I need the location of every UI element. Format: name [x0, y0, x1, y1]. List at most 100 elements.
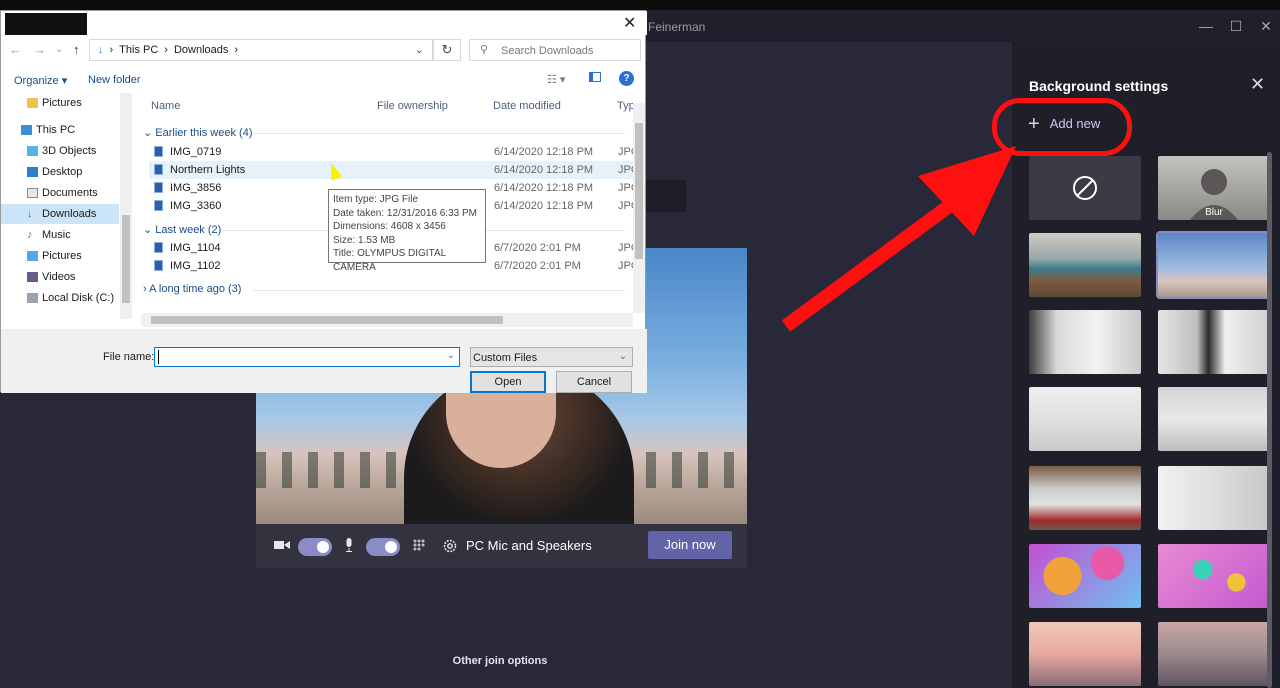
column-ownership[interactable]: File ownership [377, 100, 448, 112]
nav-item-pictures-quick[interactable]: Pictures [1, 93, 119, 113]
background-balls-1[interactable] [1029, 544, 1141, 608]
nav-item-videos[interactable]: Videos [1, 267, 119, 287]
dialog-close-icon[interactable]: ✕ [623, 13, 636, 33]
breadcrumb-downloads[interactable]: Downloads [174, 44, 228, 56]
back-arrow-icon[interactable]: ← [9, 42, 22, 57]
window-close-icon[interactable]: ✕ [1256, 18, 1276, 35]
recent-dropdown-icon[interactable]: ⌄ [55, 44, 63, 55]
redacted-title [5, 13, 87, 35]
nav-item-local-disk[interactable]: Local Disk (C:) [1, 288, 119, 308]
background-office-1[interactable] [1029, 233, 1141, 297]
navigation-row: ← → ⌄ ↑ ↓ › This PC › Downloads › ⌄ ↻ ⚲ … [1, 39, 647, 63]
file-list-vertical-scrollbar[interactable] [633, 103, 645, 313]
join-now-button[interactable]: Join now [648, 531, 732, 559]
group-long-time-ago[interactable]: › A long time ago (3) [143, 283, 241, 295]
minimize-icon[interactable]: — [1196, 18, 1216, 34]
column-name[interactable]: Name [151, 100, 180, 112]
window-title: Feinerman [648, 20, 706, 34]
tooltip-dimensions: Dimensions: 4608 x 3456 [333, 221, 446, 232]
view-options-icon[interactable]: ☷ ▾ [547, 73, 565, 86]
file-date: 6/14/2020 12:18 PM [494, 146, 594, 158]
search-placeholder: Search Downloads [501, 45, 594, 57]
maximize-icon[interactable]: ☐ [1226, 18, 1246, 35]
file-row[interactable]: IMG_0719 6/14/2020 12:18 PM JPG [149, 143, 639, 161]
file-date: 6/7/2020 2:01 PM [494, 260, 581, 272]
camera-toggle[interactable] [298, 538, 332, 556]
background-effects-icon[interactable] [412, 538, 426, 555]
file-date: 6/14/2020 12:18 PM [494, 200, 594, 212]
no-background-option[interactable] [1029, 156, 1141, 220]
background-fantasy[interactable] [1158, 622, 1270, 686]
breadcrumb-this-pc[interactable]: This PC [119, 44, 158, 56]
microphone-toggle[interactable] [366, 538, 400, 556]
pc-icon [21, 125, 32, 135]
address-bar[interactable]: ↓ › This PC › Downloads › ⌄ [89, 39, 433, 61]
nav-item-documents[interactable]: Documents [1, 183, 119, 203]
file-list-horizontal-scrollbar[interactable] [141, 313, 633, 327]
cancel-button[interactable]: Cancel [556, 371, 632, 393]
blur-option[interactable]: Blur [1158, 156, 1270, 220]
tooltip-title: Title: OLYMPUS DIGITAL CAMERA [333, 248, 446, 273]
organize-menu[interactable]: Organize ▾ [14, 74, 67, 87]
group-last-week[interactable]: ⌄ Last week (2) [143, 223, 221, 236]
nav-item-downloads[interactable]: ↓ Downloads [1, 204, 119, 224]
group-earlier-this-week[interactable]: ⌄ Earlier this week (4) [143, 126, 252, 139]
background-beach[interactable] [1156, 231, 1272, 299]
nav-item-music[interactable]: ♪ Music [1, 225, 119, 245]
file-type-value: Custom Files [473, 352, 538, 364]
nav-label: Pictures [42, 97, 82, 109]
nav-scroll-thumb[interactable] [122, 215, 130, 303]
background-white-loft[interactable] [1029, 387, 1141, 451]
open-button[interactable]: Open [470, 371, 546, 393]
nav-item-desktop[interactable]: Desktop [1, 162, 119, 182]
help-icon[interactable]: ? [619, 71, 634, 86]
column-date-modified[interactable]: Date modified [493, 100, 561, 112]
audio-device-label[interactable]: PC Mic and Speakers [466, 538, 592, 553]
text-caret [158, 350, 159, 364]
nav-label: Downloads [42, 208, 97, 220]
background-balls-2[interactable] [1158, 544, 1270, 608]
background-room-2[interactable] [1158, 310, 1270, 374]
chevron-down-icon[interactable]: ⌄ [415, 43, 424, 56]
file-name: IMG_3856 [170, 182, 222, 194]
file-type-select[interactable]: Custom Files ⌄ [470, 347, 633, 367]
close-icon[interactable]: ✕ [1250, 74, 1265, 95]
background-room-1[interactable] [1029, 310, 1141, 374]
jpg-file-icon [154, 146, 163, 157]
downloads-icon: ↓ [27, 208, 33, 220]
file-date: 6/14/2020 12:18 PM [494, 164, 594, 176]
horizontal-scroll-thumb[interactable] [151, 316, 503, 324]
background-office-2[interactable] [1029, 466, 1141, 530]
nav-item-this-pc[interactable]: This PC [1, 120, 119, 140]
file-name-field[interactable]: ⌄ [154, 347, 460, 367]
new-folder-button[interactable]: New folder [88, 74, 141, 86]
jpg-file-icon [154, 242, 163, 253]
background-white-room[interactable] [1158, 387, 1270, 451]
file-date: 6/14/2020 12:18 PM [494, 182, 594, 194]
panel-scrollbar[interactable] [1267, 152, 1272, 688]
preview-pane-icon[interactable] [589, 72, 601, 82]
other-join-options[interactable]: Other join options [430, 655, 570, 667]
camera-icon [274, 538, 290, 554]
refresh-icon[interactable]: ↻ [433, 39, 461, 61]
jpg-file-icon [154, 182, 163, 193]
up-arrow-icon[interactable]: ↑ [73, 42, 80, 57]
file-row-hovered[interactable]: Northern Lights 6/14/2020 12:18 PM JPG [149, 161, 639, 179]
nav-label: Documents [42, 187, 98, 199]
chevron-down-icon[interactable]: ⌄ [447, 350, 455, 361]
blur-label: Blur [1205, 207, 1223, 218]
dialog-title-bar: ✕ [1, 11, 647, 35]
vertical-scroll-thumb[interactable] [635, 123, 643, 259]
nav-item-3d-objects[interactable]: 3D Objects [1, 141, 119, 161]
settings-gear-icon[interactable] [442, 538, 458, 557]
nav-item-pictures[interactable]: Pictures [1, 246, 119, 266]
search-input[interactable]: ⚲ Search Downloads [469, 39, 641, 61]
forward-arrow-icon[interactable]: → [33, 42, 46, 57]
file-name: IMG_3360 [170, 200, 222, 212]
background-minimal-room[interactable] [1158, 466, 1270, 530]
chevron-right-icon: › [164, 44, 168, 56]
background-bridge[interactable] [1029, 622, 1141, 686]
nav-scrollbar[interactable] [120, 93, 132, 319]
microphone-icon [344, 538, 354, 555]
top-strip [0, 0, 1280, 10]
